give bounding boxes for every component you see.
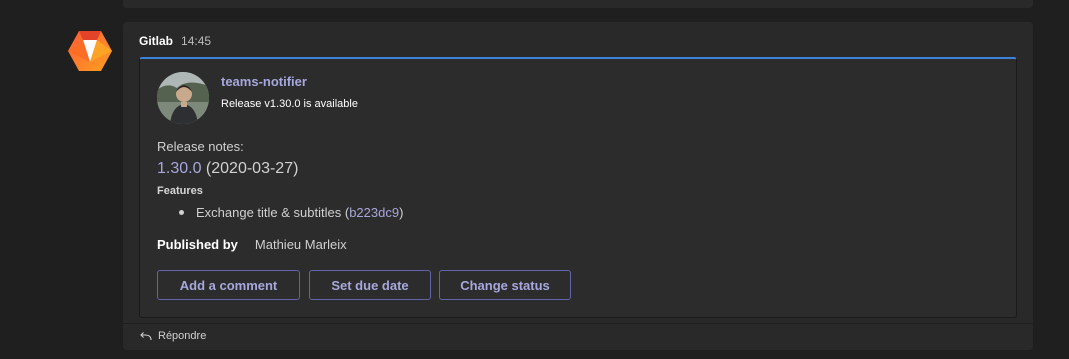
card-subtitle: Release v1.30.0 is available [221, 98, 358, 110]
feature-suffix: ) [399, 205, 404, 220]
adaptive-card: teams-notifier Release v1.30.0 is availa… [139, 57, 1017, 318]
reply-arrow-icon [140, 332, 152, 341]
feature-text: Exchange title & subtitles ( [196, 205, 350, 220]
gitlab-logo-icon [68, 31, 112, 71]
release-notes-label: Release notes: [157, 139, 244, 154]
previous-message-edge [123, 0, 1033, 8]
commit-link[interactable]: b223dc9 [349, 205, 399, 220]
published-by-value: Mathieu Marleix [254, 237, 347, 252]
published-by-fact: Published by Mathieu Marleix [157, 237, 347, 252]
bullet-icon [179, 210, 184, 215]
message-bubble: Gitlab 14:45 teams-notifier Release v1.3… [123, 22, 1033, 350]
sender-avatar[interactable] [67, 28, 113, 74]
add-comment-button[interactable]: Add a comment [157, 270, 300, 300]
change-status-button[interactable]: Change status [439, 270, 571, 300]
version-link[interactable]: 1.30.0 [157, 160, 201, 177]
message-time: 14:45 [181, 34, 212, 48]
version-heading: 1.30.0 (2020-03-27) [157, 160, 298, 178]
version-date: (2020-03-27) [201, 160, 299, 177]
reply-label: Répondre [158, 330, 207, 342]
reply-divider [123, 323, 1033, 324]
card-title: teams-notifier [221, 74, 307, 89]
message-header: Gitlab 14:45 [139, 34, 211, 48]
reply-button[interactable]: Répondre [139, 330, 206, 342]
sender-name[interactable]: Gitlab [139, 34, 173, 48]
user-avatar-photo [157, 72, 209, 124]
avatar-photo-icon [157, 72, 209, 124]
features-heading: Features [157, 185, 203, 197]
list-item: Exchange title & subtitles (b223dc9) [179, 205, 403, 220]
set-due-date-button[interactable]: Set due date [309, 270, 431, 300]
published-by-label: Published by [157, 237, 238, 252]
